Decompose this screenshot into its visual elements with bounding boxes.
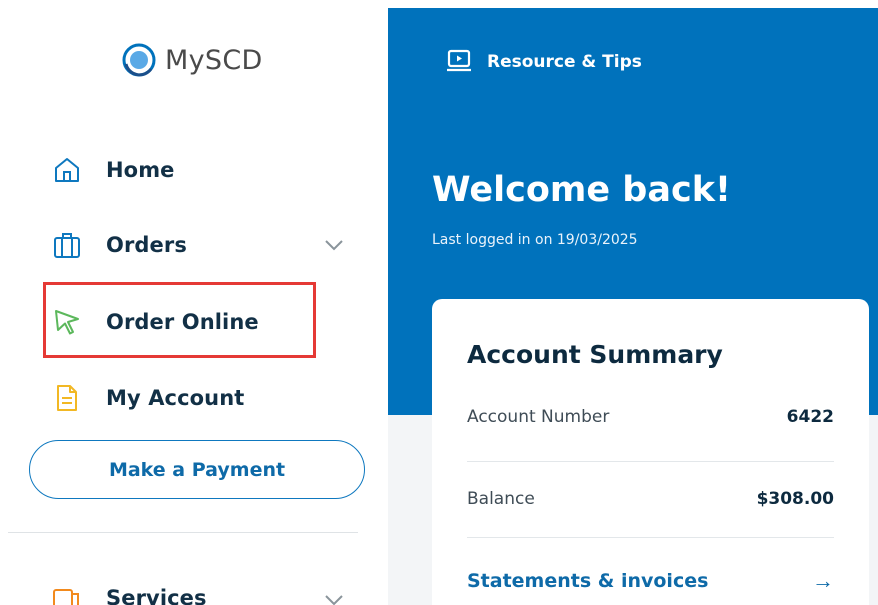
document-icon xyxy=(52,383,82,413)
sidebar-item-label: Services xyxy=(106,586,207,605)
home-icon xyxy=(52,155,82,185)
laptop-play-icon xyxy=(447,49,471,72)
make-payment-button[interactable]: Make a Payment xyxy=(29,440,365,499)
account-number-label: Account Number xyxy=(467,407,610,427)
chevron-down-icon[interactable] xyxy=(322,233,346,257)
chevron-down-icon[interactable] xyxy=(322,588,346,605)
cursor-arrow-icon xyxy=(52,307,82,337)
page-title: Welcome back! xyxy=(432,170,731,210)
row-divider xyxy=(467,461,834,462)
resources-tips-link[interactable]: Resource & Tips xyxy=(445,49,642,75)
balance-row: Balance $308.00 xyxy=(467,489,834,509)
sidebar-item-my-account[interactable]: My Account xyxy=(52,378,244,418)
sidebar-divider xyxy=(8,532,358,533)
make-payment-label: Make a Payment xyxy=(108,458,286,481)
statements-invoices-link[interactable]: Statements & invoices → xyxy=(467,568,834,594)
row-divider xyxy=(467,537,834,538)
resources-tips-label: Resource & Tips xyxy=(487,52,642,72)
statements-invoices-label: Statements & invoices xyxy=(467,570,709,592)
brand-name: MySCD xyxy=(165,44,263,76)
sidebar-item-label: Order Online xyxy=(106,310,259,334)
arrow-right-icon: → xyxy=(812,568,834,593)
account-summary-title: Account Summary xyxy=(467,340,723,369)
myscd-logo-icon xyxy=(122,43,156,77)
sidebar-item-order-online[interactable]: Order Online xyxy=(52,302,259,342)
sidebar: MySCD Home Orders Order Online My Accoun… xyxy=(0,0,388,605)
services-icon xyxy=(52,583,82,605)
account-number-row: Account Number 6422 xyxy=(467,407,834,427)
sidebar-item-home[interactable]: Home xyxy=(52,150,175,190)
briefcase-icon xyxy=(52,230,82,260)
balance-value: $308.00 xyxy=(756,489,834,509)
sidebar-item-label: My Account xyxy=(106,386,245,410)
sidebar-item-label: Orders xyxy=(106,233,187,257)
last-login-text: Last logged in on 19/03/2025 xyxy=(432,232,638,248)
account-summary-card: Account Summary Account Number 6422 Bala… xyxy=(432,299,869,605)
balance-label: Balance xyxy=(467,489,535,509)
main-content: Resource & Tips Welcome back! Last logge… xyxy=(388,8,878,605)
sidebar-item-orders[interactable]: Orders xyxy=(52,225,187,265)
sidebar-item-label: Home xyxy=(106,158,175,182)
account-number-value: 6422 xyxy=(786,407,834,427)
brand-logo[interactable]: MySCD xyxy=(121,42,263,78)
sidebar-item-services[interactable]: Services xyxy=(52,578,207,605)
